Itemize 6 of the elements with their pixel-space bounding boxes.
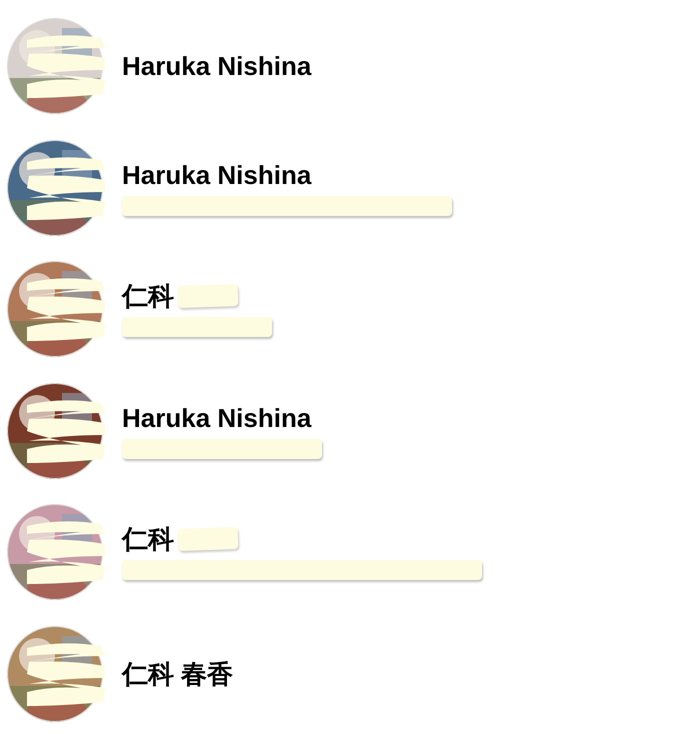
contact-name: Haruka Nishina (122, 160, 312, 190)
contact-name: 仁科 (122, 281, 174, 311)
contact-name: Haruka Nishina (122, 402, 312, 432)
contact-name: 仁科 (122, 524, 174, 554)
contact-name: Haruka Nishina (122, 51, 312, 81)
contact-name: 仁科 春香 (122, 658, 234, 688)
